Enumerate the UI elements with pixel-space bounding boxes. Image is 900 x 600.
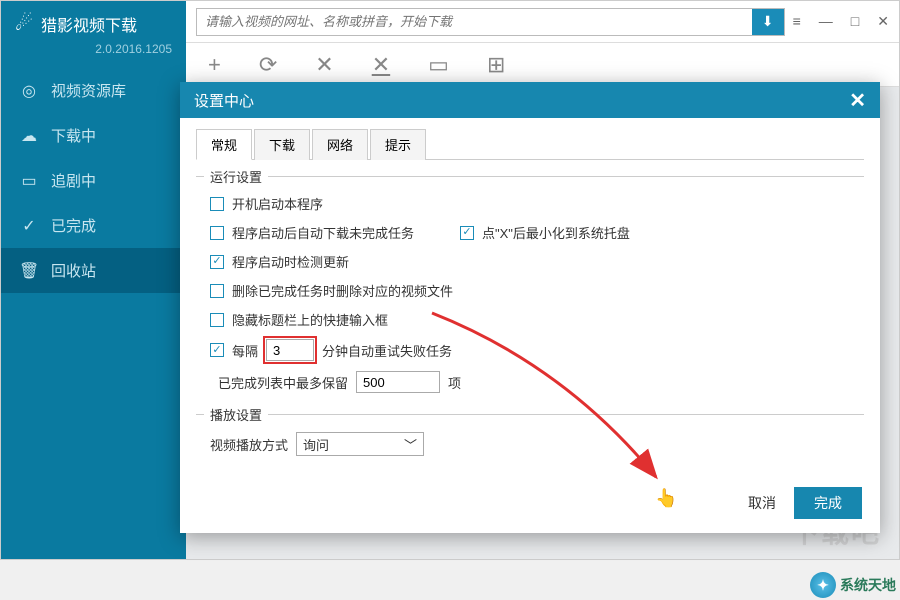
toolbar-delete[interactable]: ✕ bbox=[315, 52, 333, 78]
sidebar-item-label: 回收站 bbox=[51, 260, 96, 281]
app-version: 2.0.2016.1205 bbox=[1, 42, 186, 68]
maximize-button[interactable]: □ bbox=[851, 13, 859, 30]
dialog-tabs: 常规 下载 网络 提示 bbox=[196, 128, 864, 160]
tab-general[interactable]: 常规 bbox=[196, 129, 252, 160]
cb-retry[interactable] bbox=[210, 343, 224, 357]
label-hide-quickinput: 隐藏标题栏上的快捷输入框 bbox=[232, 310, 388, 329]
tv-icon: ▭ bbox=[19, 171, 39, 191]
cb-minimize-on-x[interactable] bbox=[460, 226, 474, 240]
sidebar-item-library[interactable]: ◎ 视频资源库 bbox=[1, 68, 186, 113]
minimize-button[interactable]: — bbox=[819, 13, 833, 30]
dialog-close-button[interactable]: ✕ bbox=[849, 88, 866, 113]
search-wrap: ⬇ bbox=[196, 8, 785, 36]
label-resume-on-start: 程序启动后自动下载未完成任务 bbox=[232, 223, 414, 242]
check-circle-icon: ✓ bbox=[19, 216, 39, 236]
sidebar-item-recycle[interactable]: 🗑 回收站 bbox=[1, 248, 186, 293]
search-input[interactable] bbox=[197, 14, 752, 29]
close-window-button[interactable]: ✕ bbox=[877, 13, 889, 30]
legend-play: 播放设置 bbox=[204, 405, 268, 424]
sidebar-item-completed[interactable]: ✓ 已完成 bbox=[1, 203, 186, 248]
sidebar-item-downloading[interactable]: ☁ 下载中 bbox=[1, 113, 186, 158]
cloud-download-icon: ☁ bbox=[19, 126, 39, 146]
legend-run: 运行设置 bbox=[204, 167, 268, 186]
chevron-down-icon: ﹀ bbox=[404, 435, 417, 454]
select-play-mode[interactable]: 询问 ﹀ bbox=[296, 432, 424, 456]
dialog-title: 设置中心 bbox=[194, 90, 254, 111]
sidebar-item-series[interactable]: ▭ 追剧中 bbox=[1, 158, 186, 203]
globe-icon: ✦ bbox=[810, 572, 836, 598]
app-title: 猎影视频下载 bbox=[41, 12, 137, 36]
sidebar-item-label: 追剧中 bbox=[51, 170, 96, 191]
label-keep-prefix: 已完成列表中最多保留 bbox=[218, 373, 348, 392]
cancel-button[interactable]: 取消 bbox=[748, 493, 776, 513]
input-keep-count[interactable] bbox=[356, 371, 440, 393]
dialog-footer: 取消 完成 bbox=[180, 477, 880, 533]
download-icon: ⬇ bbox=[762, 13, 774, 30]
tab-network[interactable]: 网络 bbox=[312, 129, 368, 160]
label-play-mode: 视频播放方式 bbox=[210, 435, 288, 454]
toolbar-window[interactable]: ▭ bbox=[428, 52, 449, 78]
label-retry-suffix: 分钟自动重试失败任务 bbox=[322, 341, 452, 360]
label-retry-prefix: 每隔 bbox=[232, 341, 258, 360]
label-keep-suffix: 项 bbox=[448, 373, 461, 392]
label-delete-video: 删除已完成任务时删除对应的视频文件 bbox=[232, 281, 453, 300]
app-logo-icon: ☄ bbox=[15, 11, 33, 36]
fieldset-play: 播放设置 视频播放方式 询问 ﹀ bbox=[196, 414, 864, 461]
cb-check-update[interactable] bbox=[210, 255, 224, 269]
window-controls: ≡ — □ ✕ bbox=[793, 13, 889, 30]
sidebar-item-label: 下载中 bbox=[51, 125, 96, 146]
ok-button[interactable]: 完成 bbox=[794, 487, 862, 519]
label-check-update: 程序启动时检测更新 bbox=[232, 252, 349, 271]
sidebar-item-label: 已完成 bbox=[51, 215, 96, 236]
sidebar-item-label: 视频资源库 bbox=[51, 80, 126, 101]
toolbar-delete-all[interactable]: ✕ bbox=[372, 52, 390, 78]
cb-resume-on-start[interactable] bbox=[210, 226, 224, 240]
compass-icon: ◎ bbox=[19, 81, 39, 101]
toolbar-refresh[interactable]: ⟳ bbox=[259, 52, 277, 78]
toolbar: + ⟳ ✕ ✕ ▭ ⊞ bbox=[186, 43, 899, 87]
input-retry-minutes[interactable] bbox=[266, 339, 314, 361]
sidebar: ☄ 猎影视频下载 2.0.2016.1205 ◎ 视频资源库 ☁ 下载中 ▭ 追… bbox=[1, 1, 186, 559]
label-minimize-on-x: 点"X"后最小化到系统托盘 bbox=[482, 223, 630, 242]
dialog-titlebar: 设置中心 ✕ bbox=[180, 82, 880, 118]
trash-icon: 🗑 bbox=[19, 261, 39, 281]
search-button[interactable]: ⬇ bbox=[752, 9, 784, 35]
footer-badge: ✦ 系统天地 bbox=[810, 572, 896, 598]
settings-dialog: 设置中心 ✕ 常规 下载 网络 提示 运行设置 开机启动本程序 程序启动后自动下… bbox=[180, 82, 880, 533]
label-start-on-boot: 开机启动本程序 bbox=[232, 194, 323, 213]
menu-button[interactable]: ≡ bbox=[793, 13, 801, 30]
tab-hint[interactable]: 提示 bbox=[370, 129, 426, 160]
app-brand: ☄ 猎影视频下载 bbox=[1, 1, 186, 42]
toolbar-grid[interactable]: ⊞ bbox=[487, 52, 505, 78]
top-bar: ⬇ ≡ — □ ✕ bbox=[186, 1, 899, 43]
select-play-mode-value: 询问 bbox=[303, 435, 329, 454]
cb-start-on-boot[interactable] bbox=[210, 197, 224, 211]
cb-hide-quickinput[interactable] bbox=[210, 313, 224, 327]
fieldset-run: 运行设置 开机启动本程序 程序启动后自动下载未完成任务 点"X"后最小化到系统托… bbox=[196, 176, 864, 398]
cb-delete-video[interactable] bbox=[210, 284, 224, 298]
toolbar-add[interactable]: + bbox=[208, 52, 221, 78]
tab-download[interactable]: 下载 bbox=[254, 129, 310, 160]
footer-text: 系统天地 bbox=[840, 575, 896, 595]
